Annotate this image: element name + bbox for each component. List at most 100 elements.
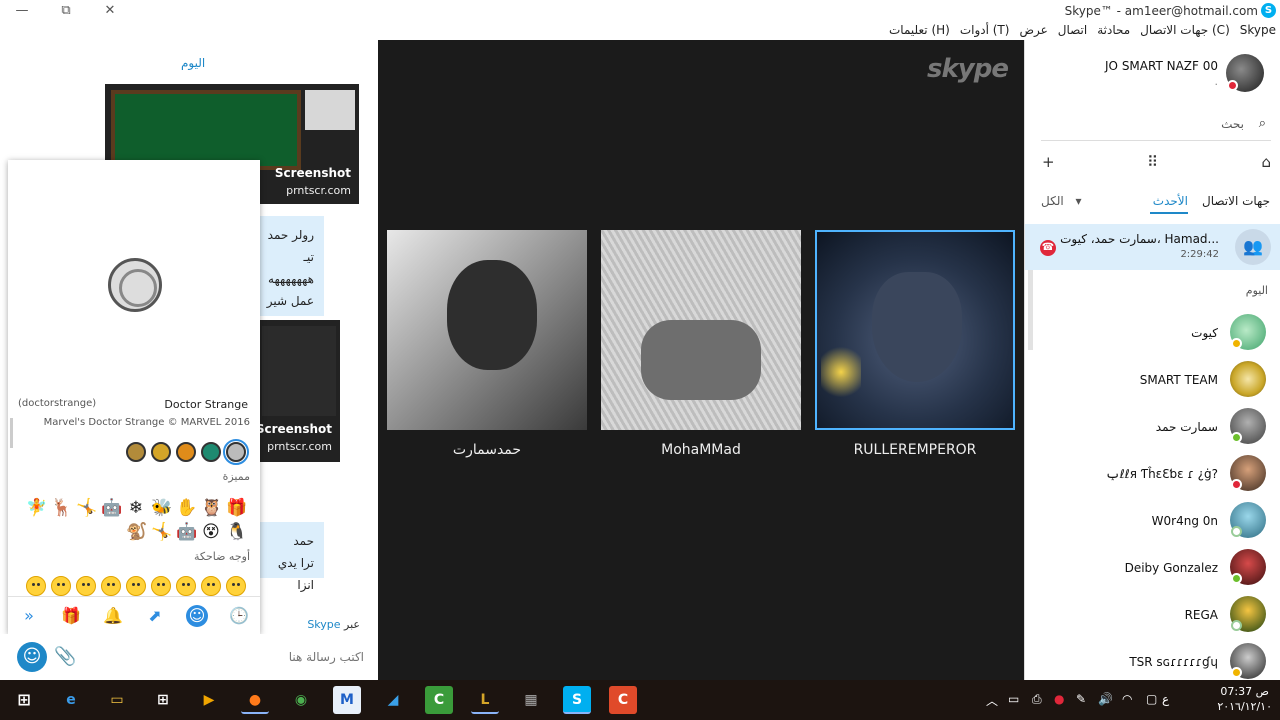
- folder-app-icon[interactable]: ◢: [379, 686, 407, 714]
- pack-doctor-strange-icon[interactable]: [223, 439, 249, 465]
- menu-tools[interactable]: أدوات (T): [960, 23, 1010, 37]
- message-input[interactable]: [84, 646, 364, 668]
- participant-tile[interactable]: [601, 230, 801, 430]
- smiley-tab-icon[interactable]: ☺: [186, 604, 208, 627]
- screenshot-source[interactable]: prntscr.com: [286, 184, 351, 197]
- menu-call[interactable]: اتصال: [1058, 23, 1087, 37]
- doctor-strange-preview-icon: [108, 258, 162, 312]
- pack-teal-icon[interactable]: [201, 442, 221, 462]
- emoticon[interactable]: 🐝: [151, 498, 172, 518]
- screenshot-caption: Screenshot: [258, 422, 332, 436]
- edge-icon[interactable]: e: [57, 686, 85, 714]
- emoticon[interactable]: 🧚: [26, 498, 47, 518]
- taskbar-clock[interactable]: 07:37 ص ٢٠١٦/١٢/١٠: [1217, 684, 1272, 714]
- emoticon[interactable]: ✋: [176, 498, 197, 518]
- tray-battery-icon[interactable]: ▭: [1008, 692, 1019, 706]
- filter-dropdown[interactable]: الكل ▾: [1041, 194, 1082, 208]
- minimize-button[interactable]: —: [12, 2, 32, 20]
- gift-tab-icon[interactable]: 🎁: [60, 605, 82, 627]
- tray-printer-icon[interactable]: ⎙: [1032, 692, 1042, 707]
- status-offline-icon: [1231, 620, 1242, 631]
- recorder-app-icon[interactable]: C: [609, 686, 637, 714]
- section-featured-label: مميزة: [222, 470, 250, 483]
- smiley-icon[interactable]: [151, 576, 171, 596]
- pack-gold-icon[interactable]: [126, 442, 146, 462]
- contacts-scrollbar[interactable]: [1028, 270, 1033, 350]
- pack-orange-icon[interactable]: [176, 442, 196, 462]
- tray-overflow-icon[interactable]: ︿: [986, 692, 998, 709]
- smiley-icon[interactable]: [226, 576, 246, 596]
- emoticon[interactable]: 🦉: [201, 498, 222, 518]
- active-conversation[interactable]: ☎ سمارت حمد، كيوت، Hamad... 2:29:42 👥: [1025, 224, 1280, 270]
- search-icon: ⌕: [1258, 116, 1266, 131]
- league-launcher-icon[interactable]: L: [471, 686, 499, 714]
- add-icon[interactable]: +: [1042, 153, 1055, 171]
- emoticon[interactable]: 🤸: [76, 498, 97, 518]
- restore-button[interactable]: ⧉: [56, 2, 76, 20]
- mail-app-icon[interactable]: M: [333, 686, 361, 714]
- tab-recent[interactable]: الأحدث: [1153, 194, 1188, 208]
- emoticon[interactable]: 🎁: [226, 498, 247, 518]
- start-windows-icon[interactable]: ⊞: [10, 686, 38, 714]
- participant-tile[interactable]: [387, 230, 587, 430]
- media-player-icon[interactable]: ▶: [195, 686, 223, 714]
- emoticon[interactable]: ❄: [126, 498, 146, 518]
- emoticon[interactable]: 🦌: [51, 498, 72, 518]
- tab-contacts[interactable]: جهات الاتصال: [1202, 194, 1270, 208]
- emoticon[interactable]: 🐒: [126, 522, 147, 542]
- store-icon[interactable]: ⊞: [149, 686, 177, 714]
- dialpad-icon[interactable]: ⠿: [1147, 153, 1158, 171]
- bell-tab-icon[interactable]: 🔔: [102, 605, 124, 627]
- menu-conversation[interactable]: محادثة: [1097, 23, 1130, 37]
- pack-shield-icon[interactable]: [151, 442, 171, 462]
- close-button[interactable]: ✕: [100, 2, 120, 20]
- emoticon[interactable]: 🤖: [176, 522, 197, 542]
- screenshot-card[interactable]: Screenshot prntscr.com: [258, 320, 340, 462]
- contact-name: ݕℓℓя ƬĥɛƐƅɛ ɾ ¿ġ?: [1105, 467, 1218, 481]
- emoticon-button[interactable]: ☺: [17, 642, 47, 672]
- tray-volume-icon[interactable]: 🔊: [1098, 692, 1113, 706]
- tray-record-icon[interactable]: ●: [1054, 692, 1064, 706]
- file-explorer-icon[interactable]: ▭: [103, 686, 131, 714]
- emoticon[interactable]: 🤖: [101, 498, 122, 518]
- picker-scrollbar[interactable]: [10, 418, 13, 448]
- tray-notification-icon[interactable]: ▢: [1146, 692, 1157, 706]
- skype-taskbar-icon[interactable]: S: [563, 686, 591, 714]
- chart-tab-icon[interactable]: ⬈: [144, 605, 166, 627]
- menu-help[interactable]: تعليمات (H): [889, 23, 950, 37]
- menu-contacts[interactable]: جهات الاتصال (C): [1140, 23, 1230, 37]
- video-editor-icon[interactable]: ▦: [517, 686, 545, 714]
- screenshot-source[interactable]: prntscr.com: [267, 440, 332, 453]
- expand-chevron-icon[interactable]: »: [18, 605, 40, 627]
- participant-photo: [447, 260, 537, 370]
- tray-language[interactable]: ع: [1162, 692, 1169, 706]
- smiley-icon[interactable]: [76, 576, 96, 596]
- status-busy-icon: [1231, 479, 1242, 490]
- recent-clock-icon[interactable]: 🕒: [228, 605, 250, 627]
- smiley-icon[interactable]: [126, 576, 146, 596]
- emoticon[interactable]: 🐧: [226, 522, 247, 542]
- tray-wifi-icon[interactable]: ◠: [1122, 692, 1132, 706]
- menu-view[interactable]: عرض: [1019, 23, 1047, 37]
- chrome-icon[interactable]: ◉: [287, 686, 315, 714]
- participant-tile-active[interactable]: [815, 230, 1015, 430]
- smiley-icon[interactable]: [26, 576, 46, 596]
- home-icon[interactable]: ⌂: [1261, 153, 1271, 171]
- smiley-icon[interactable]: [201, 576, 221, 596]
- attach-icon[interactable]: 📎: [54, 646, 76, 668]
- clock-date: ٢٠١٦/١٢/١٠: [1217, 700, 1272, 713]
- camtasia-icon[interactable]: C: [425, 686, 453, 714]
- smiley-icon[interactable]: [101, 576, 121, 596]
- smiley-icon[interactable]: [176, 576, 196, 596]
- via-link[interactable]: Skype: [307, 618, 340, 631]
- smiley-icon[interactable]: [51, 576, 71, 596]
- day-label: اليوم: [181, 56, 206, 70]
- menu-skype[interactable]: Skype: [1240, 23, 1276, 37]
- tray-pen-icon[interactable]: ✎: [1076, 692, 1086, 706]
- emoticon[interactable]: 😵: [201, 522, 221, 542]
- firefox-icon[interactable]: ●: [241, 686, 269, 714]
- smiley-row: [26, 576, 246, 596]
- emoticon[interactable]: 🤸: [151, 522, 172, 542]
- section-smileys-label: أوجه ضاحكة: [193, 550, 250, 563]
- end-call-icon[interactable]: ☎: [1040, 240, 1056, 256]
